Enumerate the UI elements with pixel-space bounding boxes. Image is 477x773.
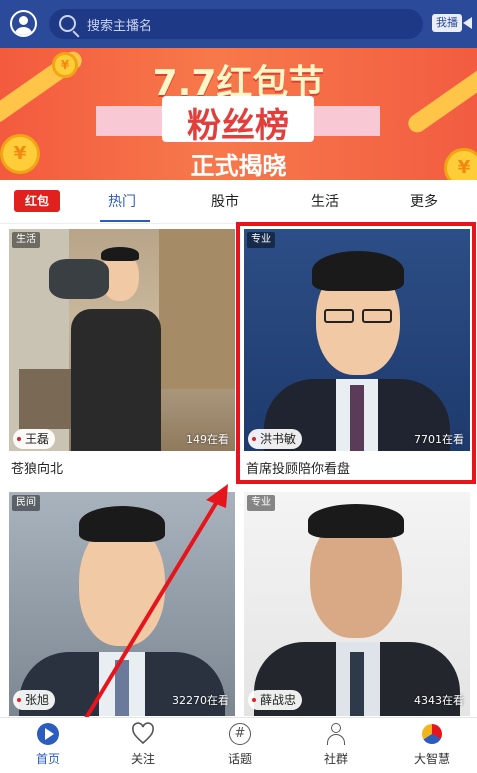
heart-icon [131,722,155,746]
hashtag-icon: # [228,722,252,746]
annotation-arrow [78,484,228,730]
nav-dzh-label: 大智慧 [413,752,450,766]
dzh-logo-icon [420,722,444,746]
nav-follow-label: 关注 [130,752,155,766]
nav-home[interactable]: 首页 [18,722,78,767]
app-screen: 搜索主播名 我播 ¥ ¥ ¥ 7.7红包节 粉丝榜 正式揭晓 红包 热门 股市 … [0,0,477,773]
nav-topics[interactable]: # 话题 [210,722,270,767]
play-circle-icon [36,722,60,746]
nav-topics-label: 话题 [227,752,252,766]
nav-community-label: 社群 [323,752,348,766]
bottom-nav: 首页 关注 # 话题 社群 大智慧 [0,717,477,773]
nav-home-label: 首页 [35,752,60,766]
nav-follow[interactable]: 关注 [113,722,173,767]
group-icon [324,722,348,746]
nav-dzh[interactable]: 大智慧 [402,722,462,767]
nav-community[interactable]: 社群 [306,722,366,767]
